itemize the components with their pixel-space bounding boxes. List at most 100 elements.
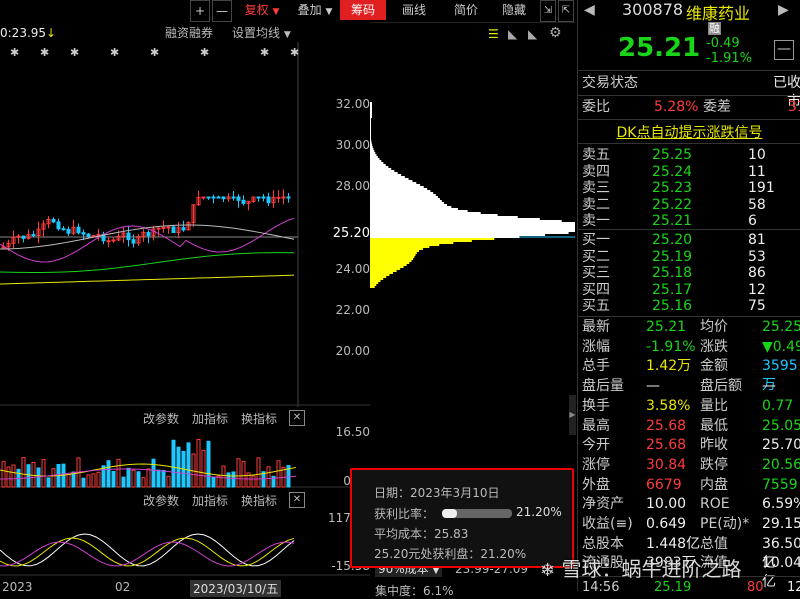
hide-button[interactable]: 隐藏 bbox=[494, 0, 534, 20]
next-stock-icon[interactable]: ▶ bbox=[778, 2, 789, 18]
chart-mark bbox=[76, 226, 81, 234]
date-month: 02 bbox=[115, 580, 131, 594]
volume-bar bbox=[26, 464, 31, 488]
chip-bar bbox=[370, 194, 436, 196]
chip-bar bbox=[370, 210, 468, 212]
chip-bar bbox=[370, 262, 410, 264]
close-icon[interactable]: ✕ bbox=[289, 410, 305, 426]
chart-mark bbox=[236, 196, 241, 201]
price-tick: 28.00 bbox=[335, 179, 370, 193]
stat-label: 昨收 bbox=[700, 437, 728, 454]
kline-chart-area[interactable]: 0:23.95 ↓ 融资融券 设置均线 ▼ ✱ ✱ ✱ ✱ ✱ ✱ ✱ ✱ bbox=[0, 22, 370, 591]
zoom-in-button[interactable]: + bbox=[190, 0, 210, 22]
margin-tag: 融 bbox=[708, 22, 721, 35]
stat-value: — bbox=[762, 378, 776, 395]
switch-indicator-button[interactable]: 换指标 bbox=[241, 410, 277, 427]
chip-bar bbox=[370, 268, 401, 270]
ma-line bbox=[0, 217, 295, 263]
chart-mark bbox=[166, 226, 171, 229]
chart-mark bbox=[111, 239, 116, 242]
chart-mark bbox=[266, 196, 271, 204]
chart-mark bbox=[106, 240, 111, 243]
chip-bar bbox=[370, 248, 423, 250]
stat-row: 净资产 10.00 ROE 6.59% bbox=[582, 495, 800, 514]
switch-indicator-button[interactable]: 换指标 bbox=[241, 492, 277, 509]
volume-bar bbox=[141, 477, 146, 488]
tooltip-cost-label: 平均成本： bbox=[374, 527, 435, 541]
simple-price-button[interactable]: 简价 bbox=[446, 0, 486, 20]
stat-label: 涨停 bbox=[582, 456, 610, 473]
watermark-text: 雪球：蜗牛进阶之路 bbox=[561, 557, 742, 581]
profit-bar-fill bbox=[442, 509, 457, 518]
add-indicator-button[interactable]: 加指标 bbox=[192, 492, 228, 509]
chart-mark bbox=[161, 226, 166, 229]
collapse-icon[interactable]: ⇲ bbox=[540, 0, 556, 22]
volume-bar bbox=[21, 457, 26, 488]
top-toolbar: + — 复权 ▼ 叠加 ▼ 筹码 画线 简价 隐藏 ⇲ ⇱ bbox=[0, 0, 575, 23]
volume-bar bbox=[41, 459, 46, 488]
event-marker-icon: ✱ bbox=[290, 46, 299, 59]
divider bbox=[578, 143, 800, 144]
prev-stock-icon[interactable]: ◀ bbox=[584, 2, 595, 18]
volume-bar bbox=[146, 468, 151, 488]
overlay-label: 叠加 bbox=[297, 3, 322, 17]
stat-label: 总手 bbox=[582, 358, 610, 375]
stat-label: 今开 bbox=[582, 437, 610, 454]
minimize-icon[interactable]: — bbox=[774, 40, 794, 60]
stat-value: 0.649 bbox=[646, 516, 687, 532]
chip-bar bbox=[370, 168, 392, 170]
chip-bar bbox=[370, 152, 376, 154]
chip-bar bbox=[370, 226, 575, 228]
chip-bar bbox=[370, 274, 390, 276]
divider bbox=[578, 95, 800, 96]
overlay-button[interactable]: 叠加 ▼ bbox=[292, 0, 338, 20]
chip-bar bbox=[370, 160, 382, 162]
chip-bar bbox=[370, 232, 569, 234]
price-tick: 22.00 bbox=[335, 303, 370, 317]
chip-bar bbox=[370, 120, 371, 122]
change-param-button[interactable]: 改参数 bbox=[143, 492, 179, 509]
volume-bar bbox=[251, 475, 256, 488]
dk-signal-link[interactable]: DK点自动提示涨跌信号 bbox=[578, 122, 800, 142]
snowball-logo-icon: ❄ bbox=[540, 560, 556, 581]
chart-mark bbox=[31, 234, 36, 237]
volume-bar bbox=[176, 446, 181, 488]
stat-value: ▼0.49 bbox=[762, 338, 800, 355]
chip-bar bbox=[370, 198, 440, 200]
expand-icon[interactable]: ⇱ bbox=[558, 0, 574, 22]
tooltip-profit-value: 21.20% bbox=[516, 505, 562, 519]
chip-bar bbox=[370, 136, 371, 138]
chip-bar bbox=[370, 250, 420, 252]
add-indicator-button[interactable]: 加指标 bbox=[192, 410, 228, 427]
volume-bar bbox=[161, 469, 166, 488]
chip-bar bbox=[370, 200, 442, 202]
draw-line-button[interactable]: 画线 bbox=[394, 0, 434, 20]
stat-row: 盘后量 — 盘后额 — bbox=[582, 377, 800, 396]
stat-row: 换手 3.58% 量比 0.77 bbox=[582, 397, 800, 416]
panel-toggle-icon[interactable]: ▶ bbox=[569, 395, 576, 435]
close-icon[interactable]: ✕ bbox=[289, 492, 305, 508]
chip-bar bbox=[370, 184, 421, 186]
tooltip-profit-at: 25.20元处获利盘：21.20% bbox=[374, 545, 526, 562]
chip-bar bbox=[370, 124, 371, 126]
chip-bar bbox=[370, 286, 375, 288]
fuquan-button[interactable]: 复权 ▼ bbox=[236, 0, 288, 20]
tooltip-profit-label: 获利比率： bbox=[374, 507, 435, 521]
chip-bar bbox=[370, 218, 540, 220]
chip-bar bbox=[370, 180, 413, 182]
volume-bar bbox=[51, 468, 56, 488]
trade-status-label: 交易状态 bbox=[582, 75, 638, 91]
stat-value: 7559 bbox=[762, 476, 798, 493]
change-param-button[interactable]: 改参数 bbox=[143, 410, 179, 427]
chart-mark bbox=[21, 235, 26, 239]
chip-bar bbox=[370, 176, 405, 178]
zoom-out-button[interactable]: — bbox=[212, 0, 232, 22]
volume-bar bbox=[186, 442, 191, 488]
volume-bar bbox=[256, 457, 261, 488]
event-marker-icon: ✱ bbox=[40, 46, 49, 59]
chip-bar bbox=[370, 154, 377, 156]
chip-bar bbox=[370, 238, 495, 240]
volume-bar bbox=[36, 467, 41, 488]
chip-button[interactable]: 筹码 bbox=[340, 0, 386, 20]
stat-label: 盘后额 bbox=[700, 378, 742, 395]
